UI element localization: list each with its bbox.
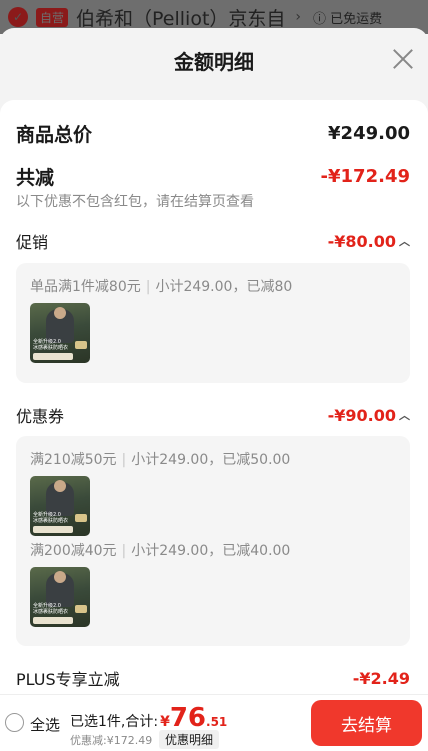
check-circle-icon: ✓ bbox=[8, 7, 28, 27]
info-icon: ⓘ bbox=[313, 11, 331, 27]
thumbnail-caption: 全新升级2.0 冰感裹肤防晒衣 bbox=[33, 603, 69, 615]
coupon-detail: 小计249.00，已减50.00 bbox=[131, 452, 291, 468]
promotion-detail: 小计249.00，已减80 bbox=[155, 279, 293, 295]
amount-detail-sheet: 金额明细 商品总价 ¥249.00 共减 -¥172.49 以下优惠不包含红包，… bbox=[0, 28, 428, 751]
promotion-value: -¥80.00 bbox=[327, 231, 396, 251]
total-row: 商品总价 ¥249.00 bbox=[16, 120, 410, 147]
store-title: 伯希和（Pelliot）京东自 bbox=[76, 7, 286, 30]
coupon-rule: 满200减40元 bbox=[30, 543, 117, 559]
detail-card: 商品总价 ¥249.00 共减 -¥172.49 以下优惠不包含红包，请在结算页… bbox=[0, 100, 428, 700]
chevron-up-icon[interactable]: ︿ bbox=[399, 407, 410, 423]
promotion-row[interactable]: 促销 -¥80.00 ︿ bbox=[16, 229, 410, 253]
close-icon[interactable] bbox=[390, 46, 416, 72]
plus-label: PLUS专享立减 bbox=[16, 670, 120, 689]
coupon-label: 优惠券 bbox=[16, 407, 65, 426]
coupon-row[interactable]: 优惠券 -¥90.00 ︿ bbox=[16, 403, 410, 427]
shipping-label: 已免运费 bbox=[330, 11, 383, 27]
total-value: ¥249.00 bbox=[328, 123, 410, 144]
promotion-box: 单品满1件减80元 | 小计249.00，已减80 全新升级2.0 冰感裹肤防晒衣 bbox=[16, 263, 410, 383]
coupon-rule: 满210减50元 bbox=[30, 452, 117, 468]
thumbnail-caption: 全新升级2.0 冰感裹肤防晒衣 bbox=[33, 512, 69, 524]
promotion-value-group: -¥80.00 ︿ bbox=[328, 232, 410, 251]
reduce-note: 以下优惠不包含红包，请在结算页查看 bbox=[16, 194, 254, 210]
total-integer: 76 bbox=[169, 703, 207, 733]
chevron-up-icon[interactable]: ︿ bbox=[399, 233, 410, 249]
coupon-box: 满210减50元 | 小计249.00，已减50.00 全新升级2.0 冰感裹肤防晒… bbox=[16, 436, 410, 646]
coupon-value-group: -¥90.00 ︿ bbox=[328, 406, 410, 425]
plus-row: PLUS专享立减 -¥2.49 bbox=[16, 666, 410, 690]
select-all-label[interactable]: 全选 bbox=[30, 714, 60, 735]
total-currency: ¥ bbox=[160, 714, 170, 730]
product-thumbnail[interactable]: 全新升级2.0 冰感裹肤防晒衣 bbox=[30, 303, 90, 363]
reduce-row: 共减 -¥172.49 bbox=[16, 163, 410, 190]
promotion-rule-line: 单品满1件减80元 | 小计249.00，已减80 bbox=[30, 279, 293, 295]
total-summary: 已选1件,合计: ¥ 76 .51 bbox=[70, 703, 227, 733]
thumbnail-caption: 全新升级2.0 冰感裹肤防晒衣 bbox=[33, 339, 69, 351]
coupon-rule-line: 满200减40元 | 小计249.00，已减40.00 bbox=[30, 543, 291, 559]
checkout-button[interactable]: 去结算 bbox=[311, 700, 422, 746]
total-label: 商品总价 bbox=[16, 124, 93, 146]
product-thumbnail[interactable]: 全新升级2.0 冰感裹肤防晒衣 bbox=[30, 567, 90, 627]
discount-summary: 优惠减:¥172.49 bbox=[70, 734, 153, 747]
coupon-rule-line: 满210减50元 | 小计249.00，已减50.00 bbox=[30, 452, 291, 468]
sheet-header: 金额明细 bbox=[0, 28, 428, 92]
plus-value: -¥2.49 bbox=[352, 668, 410, 688]
coupon-value: -¥90.00 bbox=[327, 405, 396, 425]
coupon-detail: 小计249.00，已减40.00 bbox=[131, 543, 291, 559]
selected-count-label: 已选1件,合计: bbox=[70, 714, 159, 730]
sheet-title: 金额明细 bbox=[174, 49, 254, 74]
promotion-rule: 单品满1件减80元 bbox=[30, 279, 141, 295]
checkout-bar: 全选 已选1件,合计: ¥ 76 .51 优惠减:¥172.49 优惠明细 去结… bbox=[0, 694, 428, 751]
product-thumbnail[interactable]: 全新升级2.0 冰感裹肤防晒衣 bbox=[30, 476, 90, 536]
shipping-status: ⓘ 已免运费 bbox=[313, 8, 382, 27]
reduce-label: 共减 bbox=[16, 167, 55, 189]
radio-icon[interactable] bbox=[5, 713, 24, 732]
reduce-value: -¥172.49 bbox=[320, 166, 410, 187]
total-decimal: .51 bbox=[206, 715, 228, 729]
promotion-label: 促销 bbox=[16, 233, 49, 252]
discount-detail-link[interactable]: 优惠明细 bbox=[159, 730, 220, 749]
self-operated-badge: 自营 bbox=[36, 7, 69, 27]
chevron-right-icon: › bbox=[295, 9, 302, 25]
